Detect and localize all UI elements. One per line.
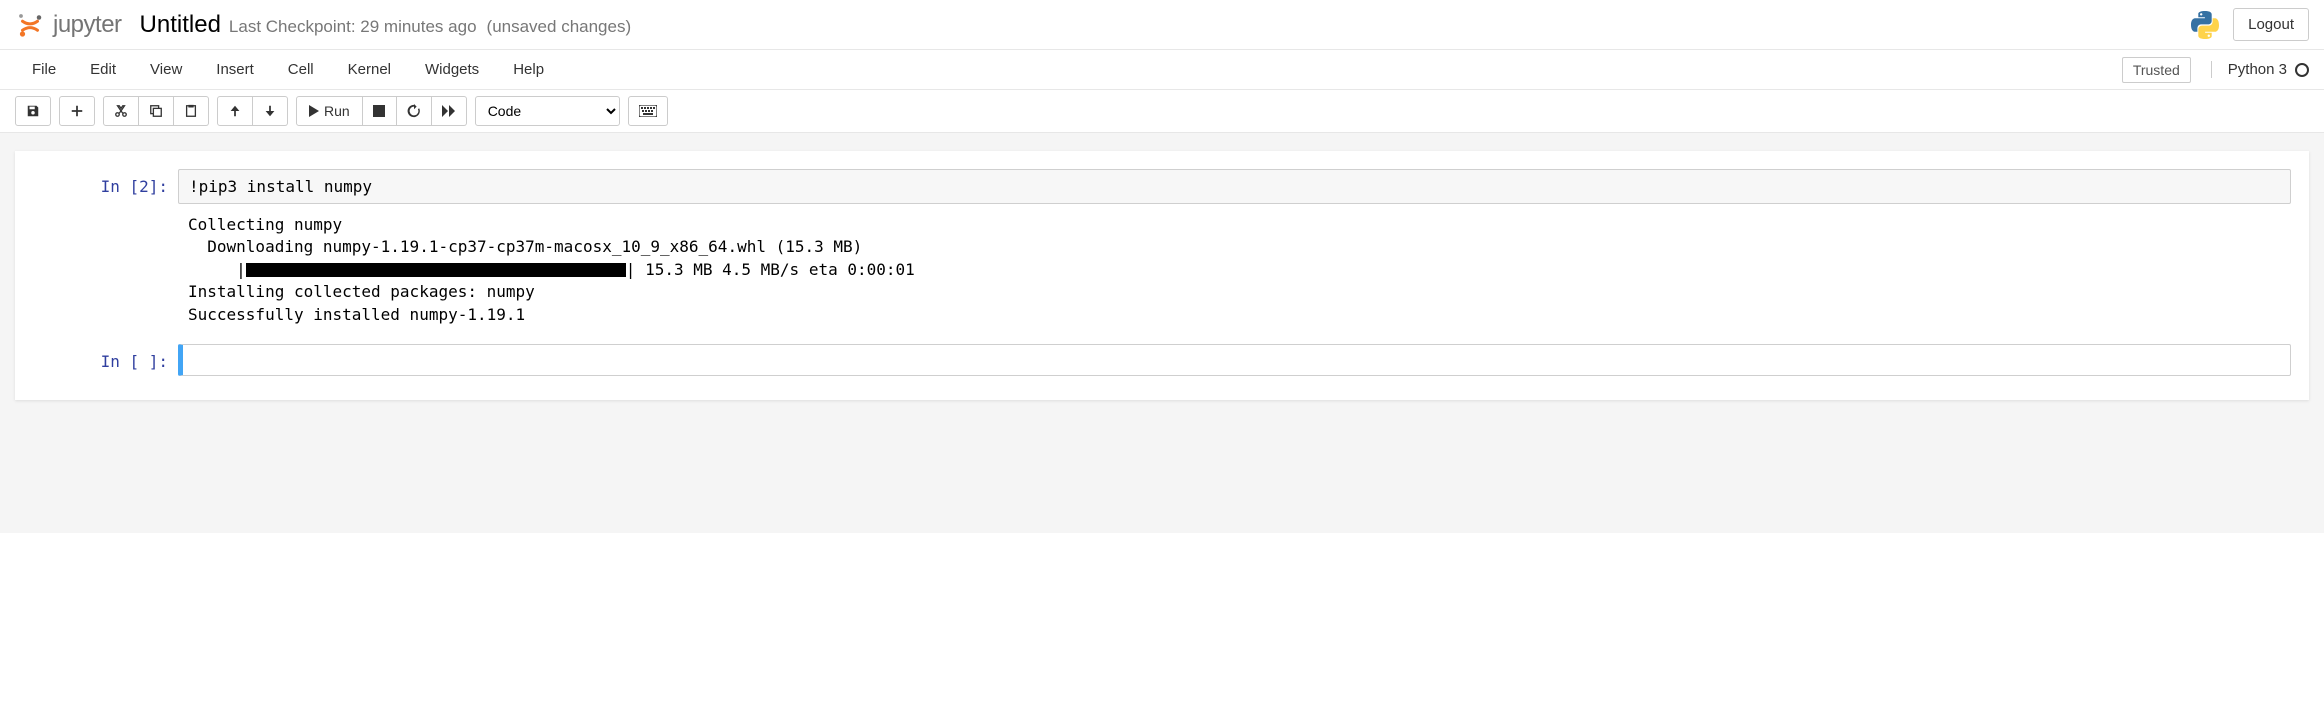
menu-help[interactable]: Help (496, 50, 561, 89)
menu-file[interactable]: File (15, 50, 73, 89)
move-up-button[interactable] (217, 96, 253, 126)
interrupt-button[interactable] (363, 96, 397, 126)
cell-prompt: In [2]: (33, 169, 178, 204)
notebook-area: In [2]: !pip3 install numpy Collecting n… (0, 133, 2324, 533)
save-icon (26, 104, 40, 118)
restart-icon (407, 104, 421, 118)
play-icon (309, 105, 319, 117)
menu-items: File Edit View Insert Cell Kernel Widget… (15, 50, 2122, 89)
save-button[interactable] (15, 96, 51, 126)
kernel-name[interactable]: Python 3 (2211, 61, 2309, 78)
menu-kernel[interactable]: Kernel (331, 50, 408, 89)
notebook-title[interactable]: Untitled (140, 11, 221, 39)
arrow-down-icon (263, 104, 277, 118)
add-cell-button[interactable] (59, 96, 95, 126)
cut-button[interactable] (103, 96, 139, 126)
output-prompt (33, 210, 178, 330)
logout-button[interactable]: Logout (2233, 8, 2309, 41)
checkpoint-text: Last Checkpoint: 29 minutes ago (229, 17, 477, 37)
notebook-container: In [2]: !pip3 install numpy Collecting n… (15, 151, 2309, 400)
menubar: File Edit View Insert Cell Kernel Widget… (0, 50, 2324, 90)
menu-view[interactable]: View (133, 50, 199, 89)
copy-icon (149, 104, 163, 118)
paste-icon (184, 104, 198, 118)
menu-widgets[interactable]: Widgets (408, 50, 496, 89)
copy-button[interactable] (139, 96, 174, 126)
menubar-right: Trusted Python 3 (2122, 57, 2309, 83)
cell-input[interactable] (178, 344, 2291, 376)
kernel-name-text: Python 3 (2228, 61, 2287, 78)
run-button[interactable]: Run (296, 96, 363, 126)
cell-input[interactable]: !pip3 install numpy (178, 169, 2291, 204)
header-right: Logout (2189, 8, 2309, 41)
move-down-button[interactable] (253, 96, 288, 126)
unsaved-text: (unsaved changes) (487, 17, 632, 37)
keyboard-icon (639, 105, 657, 117)
python-icon (2189, 9, 2221, 41)
progress-bar (246, 263, 626, 277)
jupyter-text: jupyter (53, 11, 122, 39)
code-cell[interactable]: In [ ]: (33, 344, 2291, 376)
paste-button[interactable] (174, 96, 209, 126)
run-label: Run (324, 103, 350, 119)
cell-prompt: In [ ]: (33, 344, 178, 376)
arrow-up-icon (228, 104, 242, 118)
restart-button[interactable] (397, 96, 432, 126)
toolbar: Run Code (0, 90, 2324, 133)
notebook-header: jupyter Untitled Last Checkpoint: 29 min… (0, 0, 2324, 50)
plus-icon (70, 104, 84, 118)
trusted-indicator[interactable]: Trusted (2122, 57, 2191, 83)
title-area: Untitled Last Checkpoint: 29 minutes ago… (140, 11, 2190, 39)
output-content: Collecting numpy Downloading numpy-1.19.… (178, 210, 2291, 330)
restart-run-all-button[interactable] (432, 96, 467, 126)
command-palette-button[interactable] (628, 96, 668, 126)
jupyter-icon (15, 10, 45, 40)
stop-icon (373, 105, 385, 117)
cut-icon (114, 104, 128, 118)
jupyter-logo[interactable]: jupyter (15, 10, 122, 40)
fast-forward-icon (442, 105, 456, 117)
menu-edit[interactable]: Edit (73, 50, 133, 89)
menu-cell[interactable]: Cell (271, 50, 331, 89)
kernel-idle-icon (2295, 63, 2309, 77)
cell-type-select[interactable]: Code (475, 96, 620, 126)
code-cell[interactable]: In [2]: !pip3 install numpy (33, 169, 2291, 204)
menu-insert[interactable]: Insert (199, 50, 271, 89)
cell-output: Collecting numpy Downloading numpy-1.19.… (33, 210, 2291, 330)
